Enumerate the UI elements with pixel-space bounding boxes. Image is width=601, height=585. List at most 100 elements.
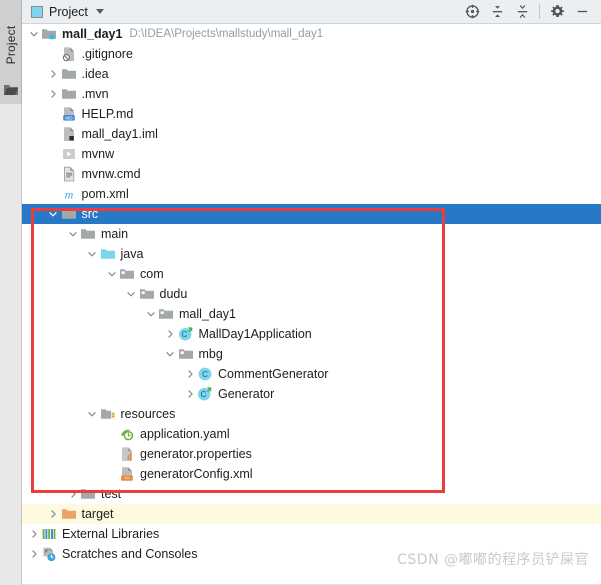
tree-row-label: MallDay1Application [198,326,312,341]
tree-row-label: mvnw [81,146,115,161]
select-opened-file-icon[interactable] [460,1,484,23]
tree-row-mbg[interactable]: mbg [22,344,601,364]
tree-row-mall-day1-iml[interactable]: mall_day1.iml [22,124,601,144]
iml-file-icon [63,127,74,141]
tree-row-pom-xml[interactable]: m pom.xml [22,184,601,204]
chevron-down-icon[interactable] [126,289,137,300]
tree-row-java[interactable]: java [22,244,601,264]
tree-row-label: application.yaml [140,426,230,441]
tree-row-idea[interactable]: .idea [22,64,601,84]
tree-row-label: test [101,486,122,501]
tree-row-mallday1application[interactable]: C MallDay1Application [22,324,601,344]
chevron-right-icon[interactable] [28,529,39,540]
tree-row-label: CommentGenerator [218,366,329,381]
tree-row-label: Generator [218,386,275,401]
tree-row-label: HELP.md [81,106,134,121]
tree-row-generator-properties[interactable]: generator.properties [22,444,601,464]
tree-row-label: java [120,246,144,261]
chevron-right-icon[interactable] [184,369,195,380]
tree-row-external-libraries[interactable]: External Libraries [22,524,601,544]
tree-row-test[interactable]: test [22,484,601,504]
external-libraries-icon [42,529,56,539]
text-file-icon [63,166,74,182]
tree-row-generatorconfig-xml[interactable]: <> generatorConfig.xml [22,464,601,484]
svg-text:C: C [181,330,187,339]
csdn-watermark: CSDN @嘟嘟的程序员铲屎官 [397,552,589,568]
tree-row-label: dudu [159,286,188,301]
tree-row-path: D:\IDEA\Projects\mallstudy\mall_day1 [129,28,324,40]
chevron-right-icon[interactable] [67,489,78,500]
tree-row-help-md[interactable]: MD HELP.md [22,104,601,124]
settings-gear-icon[interactable] [545,1,569,23]
tree-row-generator[interactable]: C Generator [22,384,601,404]
tree-row-mvnw-cmd[interactable]: mvnw.cmd [22,164,601,184]
spring-yaml-icon [121,429,134,441]
chevron-down-icon[interactable] [95,9,104,14]
folder-icon [61,89,76,99]
chevron-right-icon[interactable] [48,509,59,520]
excluded-folder-icon [61,509,76,519]
tree-row-gitignore[interactable]: .gitignore [22,44,601,64]
folder-icon [61,209,76,219]
expand-all-icon[interactable] [485,1,509,23]
tool-window-header: Project [22,0,601,24]
folder-icon [81,229,95,239]
tree-row-label: generator.properties [140,446,252,461]
chevron-right-icon[interactable] [184,389,195,400]
tree-row-application-yaml[interactable]: application.yaml [22,424,601,444]
collapse-all-icon[interactable] [510,1,534,23]
project-view-selector[interactable]: Project [22,5,104,19]
chevron-down-icon[interactable] [48,209,59,220]
project-tool-window-tab-label: Project [4,25,18,65]
tree-row-label: mall_day1 [62,26,123,41]
svg-text:C: C [202,370,208,379]
tree-row-label: .idea [81,66,109,81]
svg-text:MD: MD [65,115,73,120]
tree-row-label: mbg [198,346,223,361]
chevron-down-icon[interactable] [165,349,176,360]
tree-row-label: main [101,226,129,241]
shell-script-icon [62,149,75,159]
tree-row-main[interactable]: main [22,224,601,244]
tree-row-mvnw[interactable]: mvnw [22,144,601,164]
chevron-down-icon[interactable] [67,229,78,240]
tree-row-dudu[interactable]: dudu [22,284,601,304]
chevron-down-icon[interactable] [145,309,156,320]
chevron-down-icon[interactable] [106,269,117,280]
tree-row-mall-day1[interactable]: mall_day1 [22,304,601,324]
svg-text:C: C [201,390,207,399]
chevron-right-icon[interactable] [28,549,39,560]
project-tool-window-tab[interactable]: Project [0,0,22,104]
chevron-down-icon[interactable] [87,409,98,420]
tree-row-mvn[interactable]: .mvn [22,84,601,104]
chevron-right-icon[interactable] [48,89,59,100]
maven-pom-icon: m [64,187,73,201]
runnable-java-class-icon: C [178,327,193,341]
tree-row-commentgenerator[interactable]: C CommentGenerator [22,364,601,384]
package-icon [159,309,173,319]
tree-row-resources[interactable]: resources [22,404,601,424]
tree-row-label: mall_day1 [179,306,236,321]
tree-row-mall-day1[interactable]: mall_day1 D:\IDEA\Projects\mallstudy\mall… [22,24,601,44]
chevron-down-icon[interactable] [28,29,39,40]
properties-file-icon [122,447,132,461]
toolbar-separator [539,4,540,19]
folder-icon [81,489,95,499]
tree-row-label: resources [120,406,176,421]
header-actions [460,1,601,23]
folder-icon [61,69,76,79]
tree-row-com[interactable]: com [22,264,601,284]
tree-row-label: External Libraries [62,526,160,541]
chevron-right-icon[interactable] [165,329,176,340]
xml-file-icon: <> [121,467,133,482]
source-root-folder-icon [100,249,115,259]
tree-row-target[interactable]: target [22,504,601,524]
scratches-icon [43,547,56,562]
chevron-down-icon[interactable] [87,249,98,260]
hide-minimize-icon[interactable] [570,1,594,23]
chevron-right-icon[interactable] [48,69,59,80]
project-tree[interactable]: mall_day1 D:\IDEA\Projects\mallstudy\mall… [22,24,601,585]
tree-row-src[interactable]: src [22,204,601,224]
runnable-java-class-icon: C [198,387,212,401]
tree-row-label: mall_day1.iml [81,126,158,141]
